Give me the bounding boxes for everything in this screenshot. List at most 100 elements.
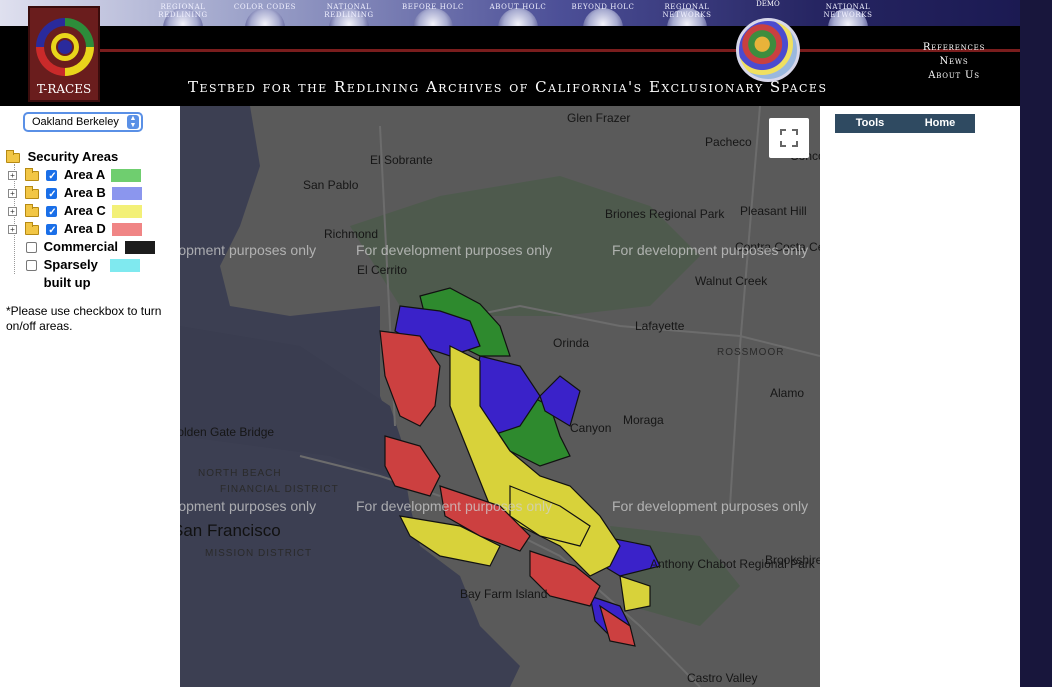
layer-row-area-c: + Area C xyxy=(8,202,143,222)
t-races-logo[interactable]: T-RACES xyxy=(28,6,100,102)
dev-watermark: For development purposes only xyxy=(356,242,552,258)
site-title: Testbed for the Redlining Archives of Ca… xyxy=(188,78,828,96)
folder-icon xyxy=(24,203,39,217)
sparsely-built-up-swatch xyxy=(110,259,141,272)
city-select[interactable]: Oakland Berkeley ▲ ▼ xyxy=(23,112,143,132)
fullscreen-icon xyxy=(780,129,798,147)
commercial-checkbox[interactable] xyxy=(26,242,37,254)
nav-item-national-networks[interactable]: National Networks xyxy=(805,0,891,48)
nav-item-color-codes[interactable]: Color Codes xyxy=(222,0,308,48)
map-label: El Cerrito xyxy=(357,263,407,277)
map-label: Orinda xyxy=(553,336,589,350)
nav-item-regional-redlining[interactable]: Regional Redlining xyxy=(140,0,226,48)
header-divider xyxy=(100,49,1020,52)
news-link[interactable]: News xyxy=(922,55,986,69)
folder-icon xyxy=(24,221,39,235)
map-label: El Sobrante xyxy=(370,153,433,167)
demo-nav-button[interactable]: DEMO xyxy=(736,0,800,104)
expand-icon[interactable]: + xyxy=(8,207,17,217)
nav-item-label: National Networks xyxy=(823,3,873,19)
map-label: Walnut Creek xyxy=(695,274,768,288)
area-a-checkbox[interactable] xyxy=(46,168,58,186)
map-label: Briones Regional Park xyxy=(605,207,725,221)
about-us-link[interactable]: About Us xyxy=(922,69,986,83)
dev-watermark: For development purposes only xyxy=(180,242,316,258)
references-link[interactable]: References xyxy=(922,41,986,55)
map-label: Alamo xyxy=(770,386,804,400)
nav-item-national-redlining[interactable]: National Redlining xyxy=(306,0,392,48)
tree-root-label: Security Areas xyxy=(27,149,119,164)
map-label: Pacheco xyxy=(705,135,752,149)
layer-row-area-b: + Area B xyxy=(8,184,143,204)
tab-home[interactable]: Home xyxy=(905,114,975,133)
map-label: San Francisco xyxy=(180,521,281,540)
city-select-value: Oakland Berkeley xyxy=(32,116,119,128)
tab-tools[interactable]: Tools xyxy=(835,114,905,133)
expand-icon[interactable]: + xyxy=(8,189,17,199)
demo-label: DEMO xyxy=(756,0,780,8)
map-label: FINANCIAL DISTRICT xyxy=(220,484,339,495)
map-label: Castro Valley xyxy=(687,671,757,685)
area-b-swatch xyxy=(112,187,143,201)
area-d-swatch xyxy=(112,223,143,237)
map-label: Canyon xyxy=(570,421,611,435)
layer-row-area-d: + Area D xyxy=(8,220,143,240)
nav-item-label: National Redlining xyxy=(324,3,374,19)
area-c-checkbox[interactable] xyxy=(46,204,58,222)
nav-item-label: Regional Redlining xyxy=(158,3,208,19)
nav-item-label: Before HOLC xyxy=(402,3,464,11)
map-label: ROSSMOOR xyxy=(717,347,784,358)
tools-tabs: Tools Home xyxy=(835,114,975,133)
layer-row-sparsely: Sparsely built up xyxy=(26,256,141,290)
layer-panel: Oakland Berkeley ▲▼ Security Areas + Are… xyxy=(0,106,180,687)
logo-ring-center xyxy=(58,40,72,54)
folder-icon xyxy=(6,149,20,163)
map-label: Bay Farm Island xyxy=(460,587,547,601)
dev-watermark: For development purposes only xyxy=(612,498,808,514)
page-edge xyxy=(1020,0,1052,687)
dev-watermark: For development purposes only xyxy=(180,498,316,514)
map-label: NORTH BEACH xyxy=(198,468,282,479)
sparsely-built-up-checkbox[interactable] xyxy=(26,260,37,272)
area-b-checkbox[interactable] xyxy=(46,186,58,204)
map-label: Moraga xyxy=(623,413,664,427)
area-b-label: Area B xyxy=(63,185,106,200)
tree-root[interactable]: Security Areas xyxy=(6,148,118,166)
nav-item-beyond-holc[interactable]: Beyond HOLC xyxy=(560,0,646,48)
expand-icon[interactable]: + xyxy=(8,225,17,235)
layer-row-area-a: + Area A xyxy=(8,166,142,186)
map-label: MISSION DISTRICT xyxy=(205,548,312,559)
layer-row-commercial: Commercial xyxy=(26,238,155,256)
expand-icon[interactable]: + xyxy=(8,171,17,181)
nav-item-before-holc[interactable]: Before HOLC xyxy=(390,0,476,48)
commercial-label: Commercial xyxy=(43,239,119,254)
top-navigation-strip: Regional Redlining Color Codes National Re… xyxy=(0,0,1020,48)
map-label: San Pablo xyxy=(303,178,359,192)
commercial-swatch xyxy=(124,241,155,255)
nav-item-label: About HOLC xyxy=(489,3,547,11)
nav-item-regional-networks[interactable]: Regional Networks xyxy=(644,0,730,48)
demo-map-icon xyxy=(736,18,800,82)
tools-panel: Tools Home xyxy=(820,106,1020,687)
logo-text: T-RACES xyxy=(36,82,92,96)
dev-watermark: For development purposes only xyxy=(356,498,552,514)
area-c-swatch xyxy=(112,205,143,219)
map-label: Richmond xyxy=(324,227,378,241)
checkbox-note: *Please use checkbox to turn on/off area… xyxy=(6,304,162,333)
map-label: Glen Frazer xyxy=(567,111,630,125)
map-view[interactable]: Glen Frazer Pacheco Concord El Sobrante … xyxy=(180,106,820,687)
folder-icon xyxy=(24,185,39,199)
map-label: Brookshire xyxy=(765,553,820,567)
map-label: Pleasant Hill xyxy=(740,204,807,218)
fullscreen-button[interactable] xyxy=(769,118,809,158)
area-c-label: Area C xyxy=(63,203,106,218)
map-canvas: Glen Frazer Pacheco Concord El Sobrante … xyxy=(180,106,820,687)
header-links: References News About Us xyxy=(922,41,986,83)
nav-item-about-holc[interactable]: About HOLC xyxy=(475,0,561,48)
area-d-label: Area D xyxy=(63,221,106,236)
area-a-swatch xyxy=(111,169,142,183)
map-label: Lafayette xyxy=(635,319,685,333)
nav-item-label: Regional Networks xyxy=(662,3,712,19)
map-label: Golden Gate Bridge xyxy=(180,425,274,439)
area-d-checkbox[interactable] xyxy=(46,222,58,240)
